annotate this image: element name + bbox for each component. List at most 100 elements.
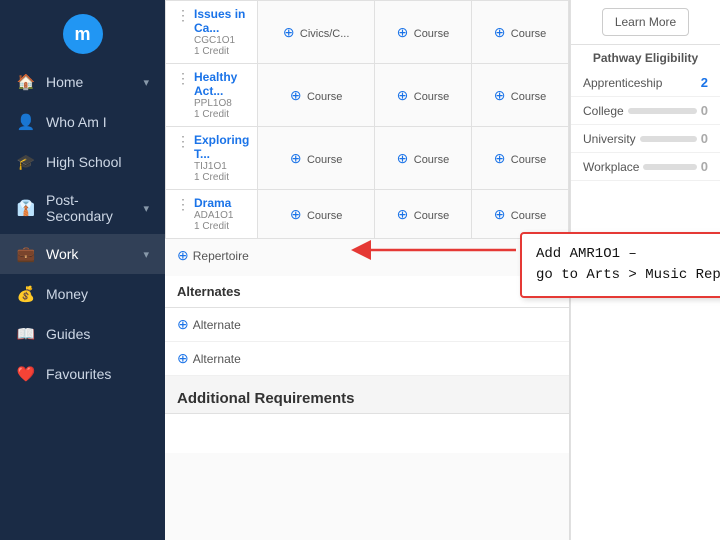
alternate-row-1[interactable]: ⊕ Alternate: [165, 308, 569, 342]
chevron-icon: ▾: [143, 202, 149, 215]
alternate-row-2[interactable]: ⊕ Alternate: [165, 342, 569, 376]
add-course-col3[interactable]: ⊕ Course: [471, 1, 568, 64]
alternates-section: Alternates ⊕ Alternate ⊕ Alternate: [165, 276, 569, 376]
plus-icon: ⊕: [397, 24, 409, 40]
plus-icon: ⊕: [494, 87, 506, 103]
add-course-col2[interactable]: ⊕ Course: [374, 1, 471, 64]
table-row: ⋮ Healthy Act... PPL1O8 1 Credit ⊕ Cours…: [166, 64, 569, 127]
briefcase-icon: 👔: [16, 198, 36, 218]
add-repertoire-row[interactable]: ⊕ Repertoire: [165, 239, 569, 272]
plus-icon: ⊕: [177, 247, 189, 264]
col-label: Course: [307, 210, 342, 222]
sidebar-item-money[interactable]: 💰 Money: [0, 274, 165, 314]
graduation-icon: 🎓: [16, 152, 36, 172]
add-course-col1[interactable]: ⊕ Civics/C...: [258, 1, 375, 64]
course-name: Drama: [194, 196, 233, 210]
col-label: Course: [511, 28, 546, 40]
sidebar-item-label: Favourites: [46, 366, 111, 382]
options-icon[interactable]: ⋮: [174, 70, 192, 87]
add-course-col2[interactable]: ⊕ Course: [374, 127, 471, 190]
add-course-col1[interactable]: ⊕ Course: [258, 64, 375, 127]
col-label: Course: [414, 28, 449, 40]
col-label: Civics/C...: [300, 28, 350, 40]
add-course-col3[interactable]: ⊕ Course: [471, 127, 568, 190]
col-label: Course: [414, 210, 449, 222]
chevron-icon: ▾: [143, 76, 149, 89]
course-cell: ⋮ Healthy Act... PPL1O8 1 Credit: [166, 64, 258, 127]
course-credit: 1 Credit: [194, 109, 249, 120]
sidebar-item-who-am-i[interactable]: 👤 Who Am I: [0, 102, 165, 142]
repertoire-label: Repertoire: [193, 249, 249, 263]
pathway-count: 2: [701, 75, 708, 90]
plus-icon: ⊕: [494, 150, 506, 166]
pathway-count: 0: [701, 131, 708, 146]
sidebar-item-favourites[interactable]: ❤️ Favourites: [0, 354, 165, 394]
add-course-col1[interactable]: ⊕ Course: [258, 127, 375, 190]
sidebar: m 🏠 Home ▾ 👤 Who Am I 🎓 High School 👔 Po…: [0, 0, 165, 540]
plus-icon: ⊕: [290, 150, 302, 166]
additional-requirements-label: Additional Requirements: [165, 376, 569, 413]
col-label: Course: [511, 91, 546, 103]
plus-icon: ⊕: [397, 87, 409, 103]
alternate-label-1: Alternate: [193, 318, 241, 332]
pathway-item-college: College 0: [571, 97, 720, 125]
sidebar-item-label: Post-Secondary: [46, 192, 143, 224]
table-row: ⋮ Issues in Ca... CGC1O1 1 Credit ⊕ Civi…: [166, 1, 569, 64]
pathway-name: Apprenticeship: [583, 76, 662, 90]
col-label: Course: [511, 210, 546, 222]
sidebar-item-label: Money: [46, 286, 88, 302]
chevron-icon: ▾: [143, 248, 149, 261]
plus-icon: ⊕: [283, 24, 295, 40]
add-course-col2[interactable]: ⊕ Course: [374, 190, 471, 239]
sidebar-item-post-secondary[interactable]: 👔 Post-Secondary ▾: [0, 182, 165, 234]
user-icon: 👤: [16, 112, 36, 132]
plus-icon: ⊕: [494, 24, 506, 40]
add-course-col2[interactable]: ⊕ Course: [374, 64, 471, 127]
add-course-col3[interactable]: ⊕ Course: [471, 64, 568, 127]
heart-icon: ❤️: [16, 364, 36, 384]
main-content: ⋮ Issues in Ca... CGC1O1 1 Credit ⊕ Civi…: [165, 0, 720, 540]
col-label: Course: [307, 91, 342, 103]
alternate-label-2: Alternate: [193, 352, 241, 366]
course-code: ADA1O1: [194, 210, 233, 221]
pathway-bar: [640, 136, 697, 142]
course-cell: ⋮ Issues in Ca... CGC1O1 1 Credit: [166, 1, 258, 64]
sidebar-item-label: High School: [46, 154, 122, 170]
alternates-header: Alternates: [165, 276, 569, 308]
table-row: ⋮ Drama ADA1O1 1 Credit ⊕ Course: [166, 190, 569, 239]
col-label: Course: [307, 154, 342, 166]
right-panel: Learn More Pathway Eligibility Apprentic…: [570, 0, 720, 540]
col-label: Course: [511, 154, 546, 166]
sidebar-item-label: Guides: [46, 326, 90, 342]
courses-and-panel: ⋮ Issues in Ca... CGC1O1 1 Credit ⊕ Civi…: [165, 0, 720, 540]
sidebar-item-label: Who Am I: [46, 114, 107, 130]
add-course-col1[interactable]: ⊕ Course: [258, 190, 375, 239]
app-logo[interactable]: m: [63, 14, 103, 54]
pathway-name: University: [583, 132, 636, 146]
learn-more-button[interactable]: Learn More: [602, 8, 689, 36]
options-icon[interactable]: ⋮: [174, 7, 192, 24]
sidebar-item-high-school[interactable]: 🎓 High School: [0, 142, 165, 182]
course-scroll-area: ⋮ Issues in Ca... CGC1O1 1 Credit ⊕ Civi…: [165, 0, 569, 540]
sidebar-item-work[interactable]: 💼 Work ▾: [0, 234, 165, 274]
col-label: Course: [414, 154, 449, 166]
col-label: Course: [414, 91, 449, 103]
table-row: ⋮ Exploring T... TIJ1O1 1 Credit ⊕ Cours…: [166, 127, 569, 190]
pathway-item-apprenticeship: Apprenticeship 2: [571, 69, 720, 97]
pathway-name: Workplace: [583, 160, 639, 174]
pathway-item-workplace: Workplace 0: [571, 153, 720, 181]
sidebar-item-label: Home: [46, 74, 83, 90]
pathway-bar: [643, 164, 696, 170]
plus-icon: ⊕: [177, 350, 189, 367]
work-icon: 💼: [16, 244, 36, 264]
options-icon[interactable]: ⋮: [174, 133, 192, 150]
course-credit: 1 Credit: [194, 172, 249, 183]
add-course-col3[interactable]: ⊕ Course: [471, 190, 568, 239]
sidebar-item-guides[interactable]: 📖 Guides: [0, 314, 165, 354]
course-cell: ⋮ Exploring T... TIJ1O1 1 Credit: [166, 127, 258, 190]
options-icon[interactable]: ⋮: [174, 196, 192, 213]
plus-icon: ⊕: [397, 150, 409, 166]
sidebar-item-home[interactable]: 🏠 Home ▾: [0, 62, 165, 102]
money-icon: 💰: [16, 284, 36, 304]
pathway-eligibility-header: Pathway Eligibility: [571, 44, 720, 69]
